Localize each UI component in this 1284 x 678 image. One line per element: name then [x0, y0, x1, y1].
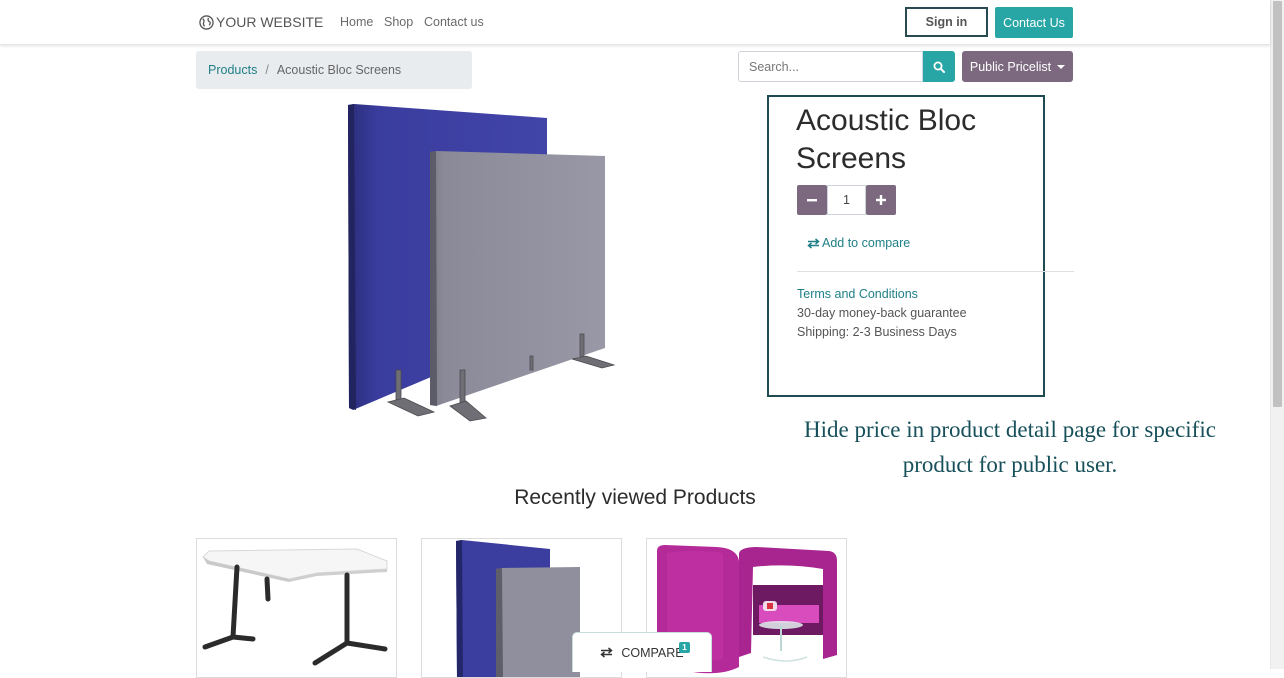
search-input[interactable]	[738, 51, 923, 82]
corner-desk-image	[202, 548, 388, 666]
recent-product-card[interactable]	[196, 538, 397, 678]
quantity-increase-button[interactable]	[866, 185, 896, 215]
nav-contact-us[interactable]: Contact us	[424, 15, 484, 29]
quantity-decrease-button[interactable]	[797, 185, 827, 215]
breadcrumb: Products / Acoustic Bloc Screens	[196, 51, 472, 89]
annotation-text: Hide price in product detail page for sp…	[780, 412, 1240, 482]
breadcrumb-separator: /	[265, 63, 269, 77]
shipping-text: Shipping: 2-3 Business Days	[797, 325, 957, 339]
pricelist-dropdown[interactable]: Public Pricelist	[962, 51, 1073, 82]
product-title-line-2: Screens	[796, 142, 907, 175]
quantity-input[interactable]	[827, 185, 866, 215]
product-title: Acoustic Bloc Screens	[796, 102, 1036, 178]
product-title-line-1: Acoustic Bloc	[796, 104, 977, 137]
minus-icon	[807, 199, 817, 202]
divider	[797, 271, 1074, 272]
breadcrumb-products-link[interactable]: Products	[208, 63, 257, 77]
contact-us-button[interactable]: Contact Us	[995, 7, 1073, 38]
breadcrumb-current: Acoustic Bloc Screens	[276, 63, 402, 77]
search-button[interactable]	[923, 51, 955, 82]
compare-label: COMPARE	[621, 645, 684, 660]
guarantee-text: 30-day money-back guarantee	[797, 306, 967, 320]
search-icon	[933, 61, 945, 73]
chevron-down-icon	[1057, 64, 1066, 69]
add-to-compare-label: Add to compare	[822, 236, 911, 250]
product-image	[348, 104, 616, 422]
brand-name: YOUR WEBSITE	[216, 14, 324, 30]
compare-count-badge: 1	[679, 642, 690, 653]
recently-viewed-heading: Recently viewed Products	[514, 486, 756, 509]
annotation-line-1: Hide price in product detail page for sp…	[804, 417, 1216, 442]
vertical-scrollbar[interactable]	[1270, 0, 1284, 669]
globe-icon	[199, 14, 214, 30]
top-navbar: YOUR WEBSITE Home Shop Contact us Sign i…	[0, 0, 1270, 45]
exchange-icon	[807, 237, 820, 249]
add-to-compare-link[interactable]: Add to compare	[807, 236, 910, 250]
nav-shop[interactable]: Shop	[384, 15, 413, 29]
exchange-icon	[600, 647, 614, 658]
terms-and-conditions-link[interactable]: Terms and Conditions	[797, 287, 918, 301]
nav-home[interactable]: Home	[340, 15, 373, 29]
annotation-line-2: product for public user.	[902, 452, 1118, 477]
plus-icon	[876, 195, 886, 205]
scrollbar-thumb[interactable]	[1273, 1, 1282, 407]
compare-bar[interactable]: COMPARE 1	[572, 632, 712, 672]
pricelist-label: Public Pricelist	[969, 59, 1052, 74]
sign-in-button[interactable]: Sign in	[905, 7, 988, 37]
brand-logo[interactable]: YOUR WEBSITE	[199, 14, 323, 30]
